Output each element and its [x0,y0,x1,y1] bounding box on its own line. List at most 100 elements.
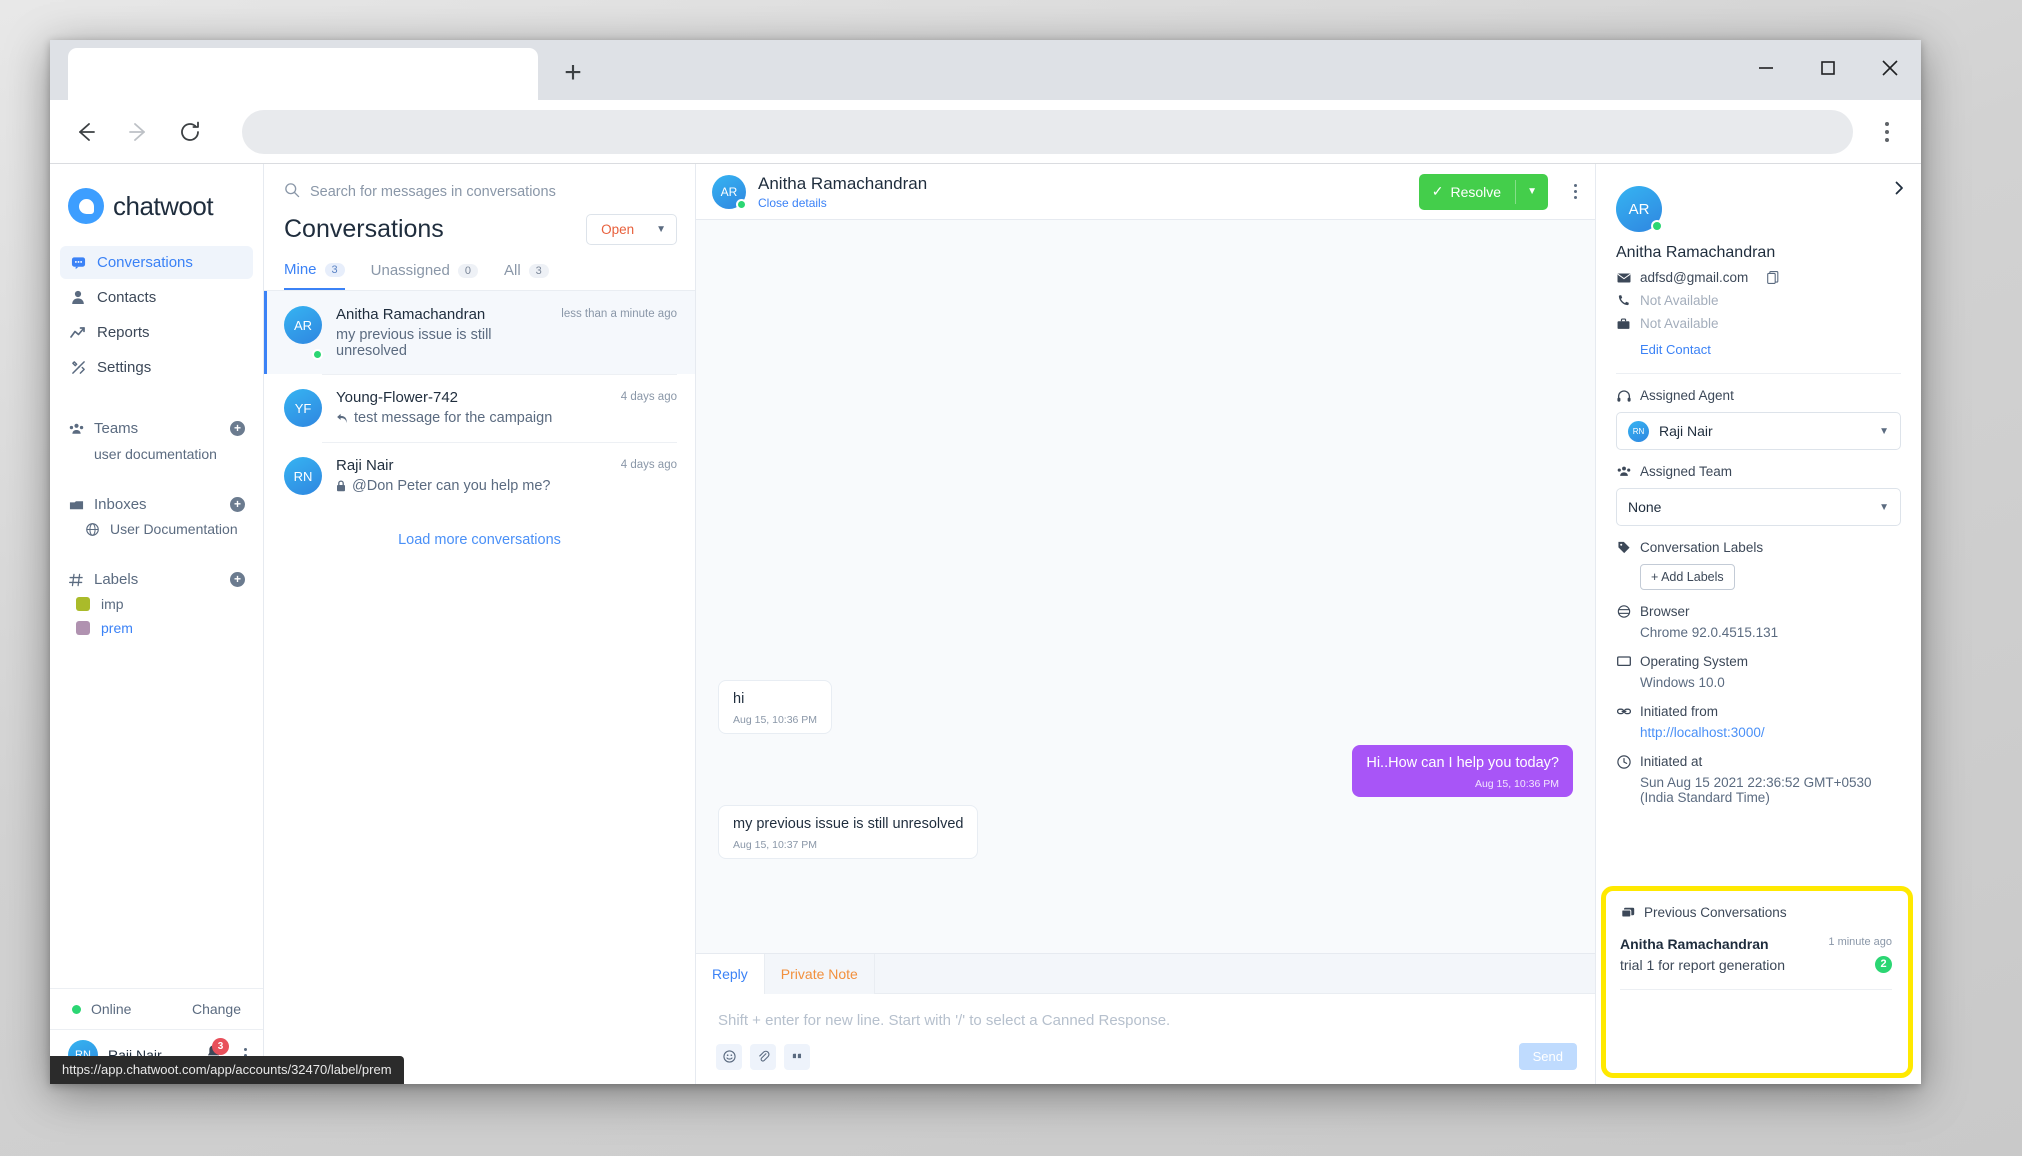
tab-reply[interactable]: Reply [696,954,765,994]
emoji-icon[interactable] [716,1043,742,1070]
sidebar-item-label: Contacts [97,289,157,306]
previous-conversation-meta: 1 minute ago 2 [1828,936,1892,973]
avatar-wrapper: RN [284,457,322,495]
previous-conversations-section: Previous Conversations Anitha Ramachandr… [1606,891,1908,990]
clock-icon [1616,754,1631,769]
conversation-labels-section: Conversation Labels + Add Labels [1596,526,1921,590]
change-status-button[interactable]: Change [192,1001,241,1017]
edit-contact-button[interactable]: Edit Contact [1640,342,1901,357]
browser-menu-icon[interactable] [1867,110,1907,154]
preview-text: @Don Peter can you help me? [352,478,551,494]
tab-strip: + [50,40,1921,100]
team-icon [1616,466,1631,477]
maximize-icon[interactable] [1797,40,1859,96]
tab-unassigned[interactable]: Unassigned 0 [371,261,478,290]
browser-toolbar [50,100,1921,164]
previous-conversations-highlight: Previous Conversations Anitha Ramachandr… [1601,886,1913,1078]
message-bubble[interactable]: hi Aug 15, 10:36 PM [718,680,833,734]
status-label: Online [91,1001,132,1017]
search-bar[interactable]: Search for messages in conversations [264,164,695,214]
assigned-agent-select[interactable]: RN Raji Nair ▼ [1616,412,1901,450]
teams-section: Teams + user documentation [50,420,263,462]
label-item-imp[interactable]: imp [68,588,245,612]
label-item-prem[interactable]: prem [68,612,245,636]
contact-name: Anitha Ramachandran [1616,244,1776,261]
back-icon[interactable] [64,110,108,154]
add-inbox-icon[interactable]: + [230,497,245,512]
attachment-icon[interactable] [750,1043,776,1070]
chevron-down-icon[interactable]: ▼ [1516,186,1548,197]
envelope-icon [1616,273,1631,283]
conversation-list-panel: Search for messages in conversations Con… [264,164,696,1084]
forward-icon[interactable] [116,110,160,154]
message-input[interactable]: Shift + enter for new line. Start with '… [696,994,1595,1035]
filter-value: Open [601,222,635,237]
app-logo[interactable]: chatwoot [50,164,263,246]
search-input[interactable]: Search for messages in conversations [310,184,556,200]
message-bubble[interactable]: Hi..How can I help you today? Aug 15, 10… [1352,745,1573,797]
chatwoot-logo-icon [68,188,104,224]
status-filter-dropdown[interactable]: Open ▼ [586,214,677,245]
new-tab-button[interactable]: + [550,50,596,96]
conversation-row-young-flower[interactable]: YF Young-Flower-742 test message for the… [264,374,695,442]
send-button[interactable]: Send [1518,1043,1577,1070]
sidebar-item-conversations[interactable]: Conversations [60,246,253,279]
browser-value: Chrome 92.0.4515.131 [1640,625,1779,640]
browser-tab[interactable] [68,48,538,100]
address-bar[interactable] [242,109,1853,154]
add-team-icon[interactable]: + [230,421,245,436]
conversation-header: AR Anitha Ramachandran Close details ✓ R… [696,164,1595,220]
previous-conversations-label: Previous Conversations [1644,905,1787,920]
timestamp: 4 days ago [620,459,677,471]
labels-header: Labels + [68,571,245,588]
copy-icon[interactable] [1767,271,1779,284]
canned-response-icon[interactable] [784,1043,810,1070]
add-label-icon[interactable]: + [230,572,245,587]
previous-conversations-label-row: Previous Conversations [1620,905,1892,920]
os-label: Operating System [1640,654,1749,669]
composer-tabs: Reply Private Note [696,954,1595,994]
conversation-menu-icon[interactable] [1574,184,1577,199]
message-text: hi [733,691,745,707]
resolve-button[interactable]: ✓ Resolve ▼ [1418,173,1548,210]
unread-badge: 2 [1875,956,1892,973]
tab-mine[interactable]: Mine 3 [284,261,345,290]
conversation-panel: AR Anitha Ramachandran Close details ✓ R… [696,164,1595,1084]
initiated-at-value: Sun Aug 15 2021 22:36:52 GMT+0530 (India… [1640,775,1872,805]
conversation-labels-label-row: Conversation Labels [1616,540,1901,555]
close-details-button[interactable]: Close details [758,196,927,210]
inboxes-title: Inboxes [94,496,147,513]
sidebar-item-settings[interactable]: Settings [60,351,253,384]
label-color-swatch [76,621,90,635]
assigned-team-select[interactable]: None ▼ [1616,488,1901,526]
sidebar: chatwoot Conversations Contacts Reports … [50,164,264,1084]
message-bubble[interactable]: my previous issue is still unresolved Au… [718,805,979,859]
add-labels-button[interactable]: + Add Labels [1640,564,1735,590]
previous-conversation-row[interactable]: Anitha Ramachandran trial 1 for report g… [1620,936,1892,990]
team-item-user-documentation[interactable]: user documentation [68,437,245,462]
minimize-icon[interactable] [1735,40,1797,96]
tab-count: 3 [324,262,345,277]
headset-icon [1616,389,1631,402]
conversation-row-anitha[interactable]: AR Anitha Ramachandran my previous issue… [264,291,695,374]
initiated-from-value[interactable]: http://localhost:3000/ [1640,725,1901,740]
sidebar-item-reports[interactable]: Reports [60,316,253,349]
avatar: AR [284,306,322,344]
tab-all[interactable]: All 3 [504,261,549,290]
assigned-agent-label: Assigned Agent [1640,388,1734,403]
timestamp: 1 minute ago [1828,936,1892,948]
resolve-button-main[interactable]: ✓ Resolve [1419,183,1515,200]
conversation-tabs: Mine 3 Unassigned 0 All 3 [264,245,695,291]
collapse-panel-icon[interactable] [1891,180,1907,201]
online-indicator-icon [1651,220,1663,232]
load-more-button[interactable]: Load more conversations [264,510,695,570]
inbox-item-user-documentation[interactable]: User Documentation [68,513,245,537]
message-text: Hi..How can I help you today? [1366,755,1559,771]
message-time: Aug 15, 10:37 PM [733,838,818,851]
conversation-row-raji-nair[interactable]: RN Raji Nair @Don Peter can you help me?… [264,442,695,510]
reload-icon[interactable] [168,110,212,154]
sidebar-item-contacts[interactable]: Contacts [60,281,253,314]
tab-private-note[interactable]: Private Note [764,954,875,994]
close-icon[interactable] [1859,40,1921,96]
assigned-team-value: None [1628,499,1662,515]
